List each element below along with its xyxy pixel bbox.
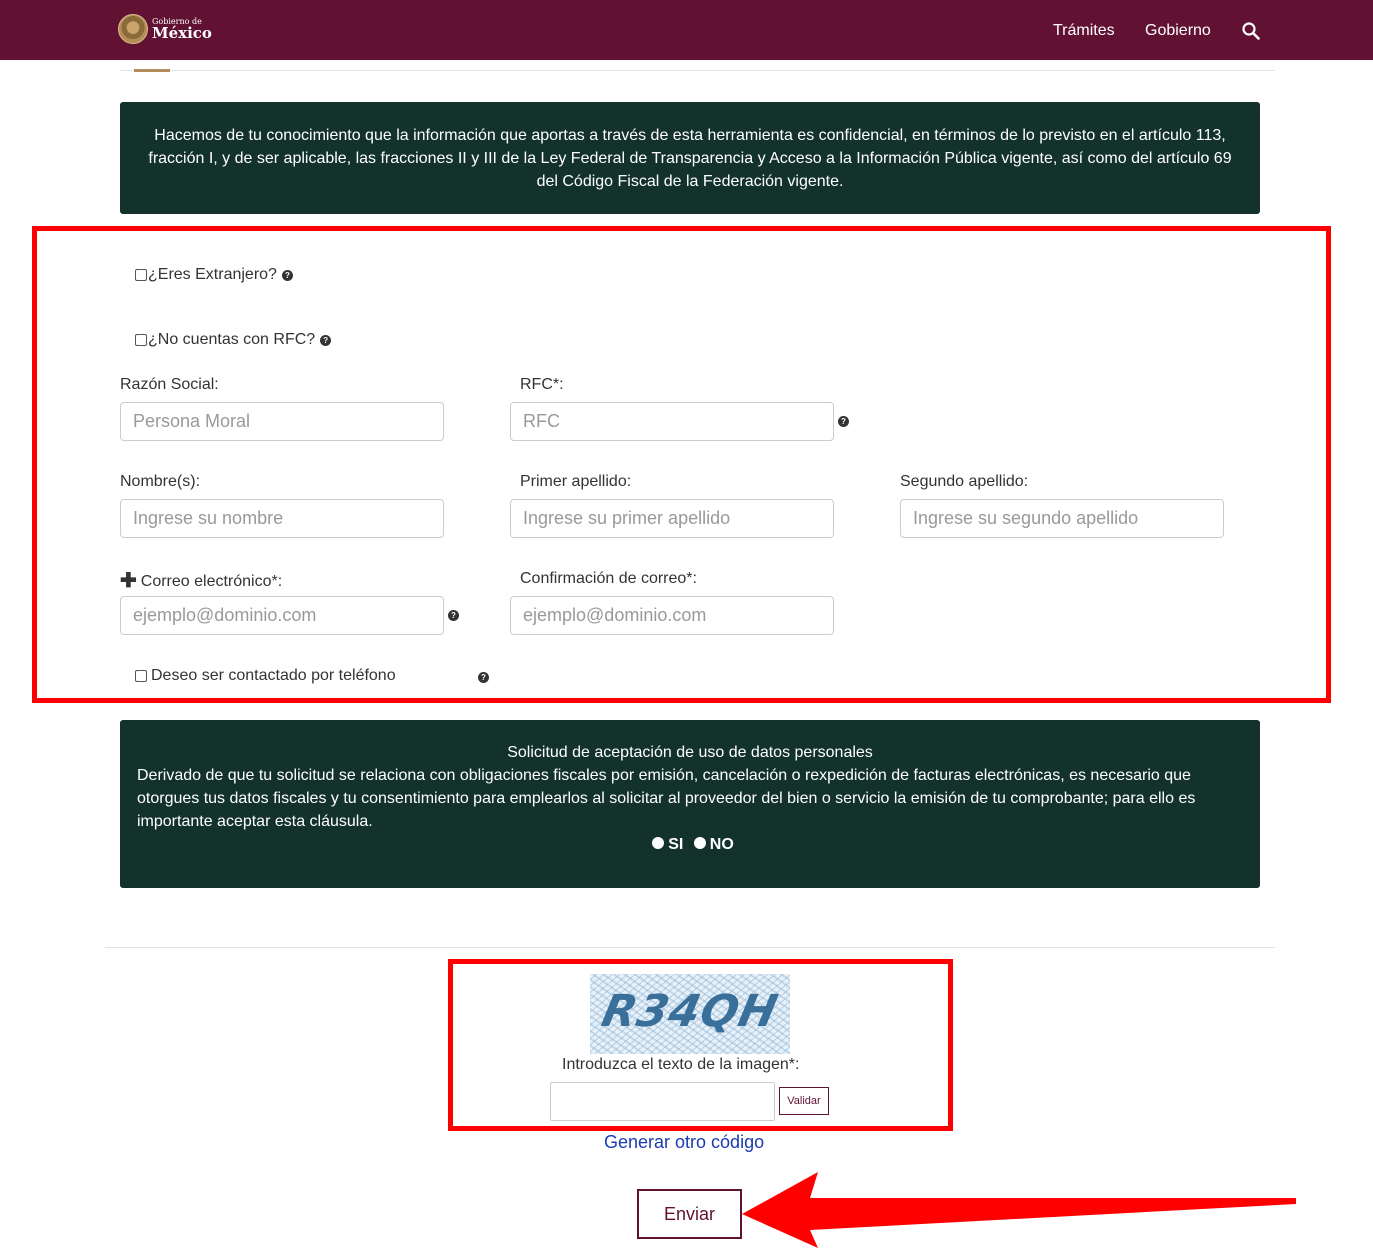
help-icon[interactable]: ? — [281, 269, 293, 281]
consent-notice: Solicitud de aceptación de uso de datos … — [120, 720, 1260, 888]
plus-icon[interactable]: ✚ — [120, 568, 137, 593]
extranjero-checkbox[interactable] — [135, 269, 147, 281]
confirmacion-input[interactable]: ejemplo@dominio.com — [510, 596, 834, 635]
generate-new-code-link[interactable]: Generar otro código — [604, 1132, 764, 1153]
razon-social-input[interactable]: Persona Moral — [120, 402, 444, 441]
telefono-checkbox[interactable] — [135, 670, 147, 682]
help-icon[interactable]: ? — [478, 672, 489, 683]
confirmacion-label: Confirmación de correo*: — [520, 570, 697, 587]
enviar-button[interactable]: Enviar — [637, 1189, 742, 1239]
confidentiality-notice: Hacemos de tu conocimiento que la inform… — [120, 102, 1260, 214]
help-icon[interactable]: ? — [320, 334, 332, 346]
correo-label-wrap: ✚ Correo electrónico*: — [120, 568, 282, 593]
red-arrow-annotation-icon — [742, 1172, 1296, 1248]
mexico-seal-icon — [118, 14, 148, 44]
consent-options: SI NO — [137, 833, 1243, 856]
gobierno-mexico-logo[interactable]: Gobierno de México — [118, 14, 212, 44]
nombre-label: Nombre(s): — [120, 473, 201, 490]
razon-social-label: Razón Social: — [120, 376, 219, 393]
consent-title: Solicitud de aceptación de uso de datos … — [507, 744, 873, 761]
top-navbar: Gobierno de México Trámites Gobierno — [0, 0, 1373, 60]
rfc-input[interactable]: RFC — [510, 402, 834, 441]
logo-big-text: México — [152, 23, 212, 42]
extranjero-label: ¿Eres Extranjero? — [148, 266, 277, 283]
telefono-row: Deseo ser contactado por teléfono — [135, 667, 396, 685]
consent-no-label: NO — [709, 836, 734, 853]
correo-label: Correo electrónico*: — [140, 573, 283, 590]
nav-link-tramites[interactable]: Trámites — [1053, 22, 1115, 40]
captcha-prompt: Introduzca el texto de la imagen*: — [562, 1056, 800, 1073]
extranjero-row: ¿Eres Extranjero? ? — [135, 266, 293, 284]
consent-no-radio[interactable] — [693, 837, 706, 850]
consent-si-radio[interactable] — [652, 837, 665, 850]
nombre-input[interactable]: Ingrese su nombre — [120, 499, 444, 538]
nav-link-gobierno[interactable]: Gobierno — [1145, 22, 1211, 40]
search-icon[interactable] — [1242, 22, 1260, 40]
segundo-apellido-label: Segundo apellido: — [900, 473, 1029, 490]
help-icon[interactable]: ? — [448, 610, 459, 621]
consent-si-label: SI — [668, 836, 684, 853]
captcha-input[interactable] — [550, 1082, 775, 1121]
rfc-label: RFC*: — [520, 376, 564, 393]
gold-accent — [134, 69, 170, 72]
primer-apellido-label: Primer apellido: — [520, 473, 632, 490]
no-rfc-label: ¿No cuentas con RFC? — [148, 331, 316, 348]
no-rfc-row: ¿No cuentas con RFC? ? — [135, 331, 332, 349]
validar-button[interactable]: Validar — [779, 1087, 829, 1115]
segundo-apellido-input[interactable]: Ingrese su segundo apellido — [900, 499, 1224, 538]
captcha-code: R34QH — [597, 986, 783, 1037]
help-icon[interactable]: ? — [838, 416, 849, 427]
divider — [120, 70, 1275, 71]
consent-body: Derivado de que tu solicitud se relacion… — [137, 767, 1196, 830]
primer-apellido-input[interactable]: Ingrese su primer apellido — [510, 499, 834, 538]
telefono-label: Deseo ser contactado por teléfono — [151, 667, 396, 684]
correo-input[interactable]: ejemplo@dominio.com — [120, 596, 444, 635]
no-rfc-checkbox[interactable] — [135, 334, 147, 346]
captcha-image: R34QH — [590, 974, 790, 1054]
divider — [105, 947, 1275, 948]
